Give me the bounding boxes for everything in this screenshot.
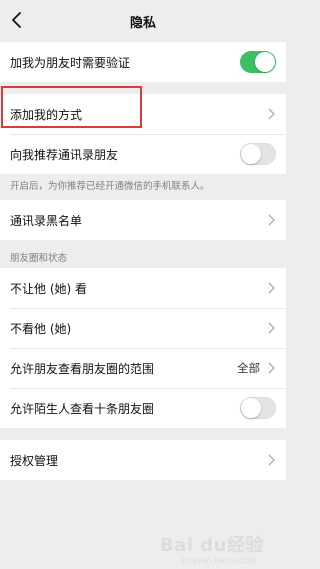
chevron-right-icon [268,362,275,374]
highlight-box [1,86,142,128]
verify-group: 加我为朋友时需要验证 [0,42,286,82]
auth-management-row[interactable]: 授权管理 [0,440,286,480]
chevron-right-icon [268,282,275,294]
recommend-hint: 开启后，为你推荐已经开通微信的手机联系人。 [10,181,210,192]
auth-group: 授权管理 [0,440,286,480]
recommend-label: 向我推荐通讯录朋友 [10,147,119,162]
verify-label: 加我为朋友时需要验证 [10,55,131,70]
toggle-knob [241,144,261,164]
chevron-right-icon [268,454,275,466]
verify-toggle[interactable] [240,51,276,73]
moments-range-value: 全部 [237,361,260,375]
stranger-view-row: 允许陌生人查看十条朋友圈 [0,388,286,428]
verify-row: 加我为朋友时需要验证 [0,42,286,82]
watermark-logo: Bai du经验 [159,535,264,556]
moments-section-header: 朋友圈和状态 [10,253,68,264]
chevron-right-icon [268,214,275,226]
watermark-url: jingyan.baidu.com [182,556,256,565]
dont-let-see-label: 不让他 (她) 看 [10,281,87,296]
stranger-view-toggle[interactable] [240,397,276,419]
navigation-bar: 隐私 [0,0,286,42]
blacklist-label: 通讯录黑名单 [10,213,83,228]
chevron-right-icon [268,322,275,334]
chevron-right-icon [268,108,275,120]
dont-see-row[interactable]: 不看他 (她) [0,308,286,348]
auth-management-label: 授权管理 [10,453,59,468]
blacklist-row[interactable]: 通讯录黑名单 [0,200,286,240]
moments-group: 不让他 (她) 看 不看他 (她) 允许朋友查看朋友圈的范围 全部 允许陌生人查… [0,268,286,428]
stranger-view-label: 允许陌生人查看十条朋友圈 [10,401,155,416]
recommend-contacts-row: 向我推荐通讯录朋友 [0,134,286,174]
toggle-knob [255,52,275,72]
moments-range-label: 允许朋友查看朋友圈的范围 [10,361,155,376]
recommend-toggle[interactable] [240,143,276,165]
dont-see-label: 不看他 (她) [10,321,72,336]
moments-range-row[interactable]: 允许朋友查看朋友圈的范围 全部 [0,348,286,388]
blacklist-group: 通讯录黑名单 [0,200,286,240]
page-title: 隐私 [129,16,156,31]
dont-let-see-row[interactable]: 不让他 (她) 看 [0,268,286,308]
toggle-knob [241,398,261,418]
